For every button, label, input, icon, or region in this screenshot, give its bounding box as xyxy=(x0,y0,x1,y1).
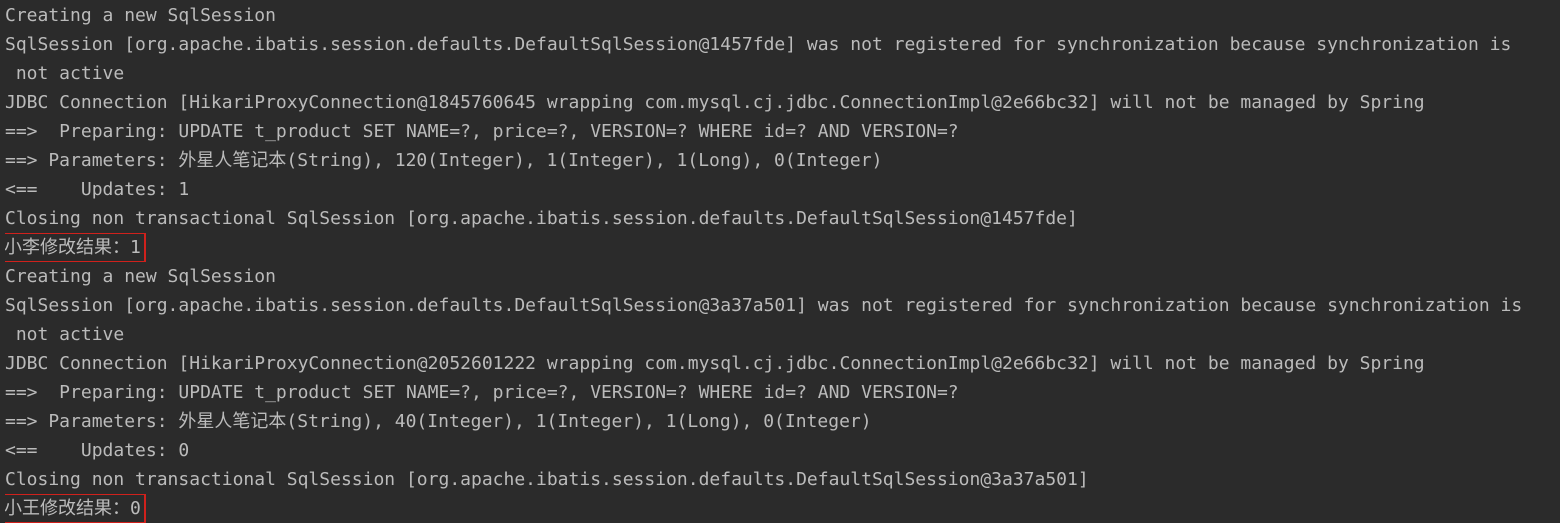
log-line: Creating a new SqlSession xyxy=(5,5,276,26)
log-line: SqlSession [org.apache.ibatis.session.de… xyxy=(5,295,1523,316)
log-line: SqlSession [org.apache.ibatis.session.de… xyxy=(5,34,1512,55)
highlighted-result-xiaowang: 小王修改结果：0 xyxy=(5,494,146,523)
log-line: ==> Preparing: UPDATE t_product SET NAME… xyxy=(5,121,959,142)
log-line: JDBC Connection [HikariProxyConnection@1… xyxy=(5,92,1425,113)
result-line: 小王修改结果：0 xyxy=(5,494,1560,523)
log-line: ==> Parameters: 外星人笔记本(String), 120(Inte… xyxy=(5,150,883,171)
log-line: ==> Preparing: UPDATE t_product SET NAME… xyxy=(5,382,959,403)
console-output: Creating a new SqlSession SqlSession [or… xyxy=(0,0,1560,523)
log-line: not active xyxy=(5,63,125,84)
log-line: Creating a new SqlSession xyxy=(5,266,276,287)
log-line: ==> Parameters: 外星人笔记本(String), 40(Integ… xyxy=(5,411,872,432)
result-line: 小李修改结果：1 xyxy=(5,233,1560,262)
log-line: Closing non transactional SqlSession [or… xyxy=(5,469,1089,490)
log-line: JDBC Connection [HikariProxyConnection@2… xyxy=(5,353,1425,374)
log-line: <== Updates: 0 xyxy=(5,440,190,461)
log-line: not active xyxy=(5,324,125,345)
highlighted-result-xiaoli: 小李修改结果：1 xyxy=(5,233,146,262)
log-line: <== Updates: 1 xyxy=(5,179,190,200)
log-line: Closing non transactional SqlSession [or… xyxy=(5,208,1078,229)
